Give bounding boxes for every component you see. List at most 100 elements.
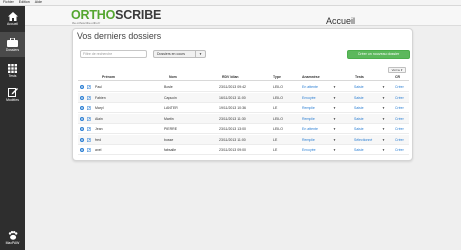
edit-icon[interactable] xyxy=(87,148,91,152)
col-rdv[interactable]: RDV bilan xyxy=(222,75,239,80)
menu-fichier[interactable]: Fichier xyxy=(3,0,14,5)
add-circle-icon[interactable] xyxy=(80,106,84,110)
row-actions xyxy=(80,148,91,152)
cell-type: LE xyxy=(273,106,278,110)
cell-type: LEILO xyxy=(273,116,283,121)
col-tests[interactable]: Tests xyxy=(355,75,364,80)
cell-rdv: 19/11/2013 10:36 xyxy=(219,106,246,110)
table-row[interactable]: Jean PIERRE 23/11/2013 13:00 LEILO En attent… xyxy=(78,124,409,134)
chevron-down-icon[interactable]: ▼ xyxy=(382,93,385,103)
edit-icon xyxy=(7,88,18,97)
cell-anamnese[interactable]: Remplie xyxy=(302,114,315,124)
chevron-down-icon[interactable]: ▼ xyxy=(382,135,385,145)
col-anamnese[interactable]: Anamnèse xyxy=(302,75,320,80)
new-file-button[interactable]: Créer un nouveau dossier xyxy=(347,50,410,59)
chevron-down-icon[interactable]: ▼ xyxy=(333,82,336,92)
menu-aide[interactable]: Aide xyxy=(35,0,42,5)
add-circle-icon[interactable] xyxy=(80,148,84,152)
chevron-down-icon[interactable]: ▼ xyxy=(333,103,336,113)
cell-anamnese[interactable]: Envoyée xyxy=(302,93,316,103)
cell-tests[interactable]: Saisie xyxy=(354,103,364,113)
chevron-down-icon[interactable]: ▼ xyxy=(333,135,336,145)
add-circle-icon[interactable] xyxy=(80,95,84,100)
chevron-down-icon[interactable]: ▼ xyxy=(382,114,385,124)
col-type[interactable]: Type xyxy=(273,75,281,80)
table-row[interactable]: Paul Bosle 23/11/2013 09:42 LEILO En attente… xyxy=(78,82,409,92)
cell-cr[interactable]: Créer xyxy=(395,82,404,92)
edit-icon[interactable] xyxy=(87,137,91,142)
chevron-down-icon[interactable]: ▼ xyxy=(333,93,336,103)
logo-part-ortho: ORTHO xyxy=(71,8,116,22)
logo-tagline: the orthoscribe.ortho.fr xyxy=(72,21,101,25)
cell-tests[interactable]: Saisie xyxy=(354,114,364,124)
col-prenom[interactable]: Prénom xyxy=(102,75,115,80)
cell-cr[interactable]: Créer xyxy=(395,93,404,103)
edit-icon[interactable] xyxy=(87,85,91,89)
cell-cr[interactable]: Créer xyxy=(395,145,404,155)
cell-anamnese[interactable]: Remplie xyxy=(302,103,315,113)
cell-cr[interactable]: Créer xyxy=(395,114,404,124)
chevron-down-icon[interactable]: ▼ xyxy=(333,124,336,134)
edit-icon[interactable] xyxy=(87,116,91,121)
cell-cr[interactable]: Créer xyxy=(395,103,404,113)
chevron-down-icon[interactable]: ▼ xyxy=(382,103,385,113)
nav-tests[interactable]: Tests xyxy=(0,58,25,83)
col-nom[interactable]: Nom xyxy=(169,75,177,80)
cell-tests[interactable]: Saisie xyxy=(354,93,364,103)
page-title: Accueil xyxy=(326,16,356,26)
cell-nom: Bosle xyxy=(164,85,173,89)
table-row[interactable]: axel fabsalle 23/11/2013 09:00 LE Envoyée ▼ Sa… xyxy=(78,145,409,155)
status-filter-select[interactable]: Dossiers en cours ▼ xyxy=(153,50,206,58)
row-actions xyxy=(80,95,91,100)
card-title: Vos derniers dossiers xyxy=(77,31,162,41)
chevron-down-icon[interactable]: ▼ xyxy=(382,124,385,134)
briefcase-icon xyxy=(7,37,18,47)
view-options-button[interactable]: Voir le ▾ xyxy=(388,67,406,73)
cell-tests[interactable]: Saisie xyxy=(354,145,364,155)
search-input[interactable]: Filtre de recherche xyxy=(80,50,147,58)
col-cr[interactable]: CR xyxy=(395,75,400,80)
cell-anamnese[interactable]: En attente xyxy=(302,124,318,134)
view-options-label: Voir le xyxy=(391,68,400,72)
cell-nom: fabsalle xyxy=(164,148,177,152)
add-circle-icon[interactable] xyxy=(80,127,84,131)
app-logo: ORTHOSCRIBE xyxy=(71,8,161,22)
cell-cr[interactable]: Créer xyxy=(395,135,404,145)
chevron-down-icon[interactable]: ▼ xyxy=(333,145,336,155)
row-actions xyxy=(80,106,91,110)
add-circle-icon[interactable] xyxy=(80,116,84,121)
cell-anamnese[interactable]: En attente xyxy=(302,82,318,92)
add-circle-icon[interactable] xyxy=(80,85,84,89)
nav-accueil[interactable]: Accueil xyxy=(0,6,25,31)
cell-prenom: fred xyxy=(95,137,102,142)
cell-anamnese[interactable]: Envoyée xyxy=(302,145,316,155)
edit-icon[interactable] xyxy=(87,95,91,100)
table-row[interactable]: Maryl LANTER 19/11/2013 10:36 LE Remplie ▼ Sai… xyxy=(78,103,409,113)
nav-modeles[interactable]: Modèles xyxy=(0,82,25,107)
menu-edition[interactable]: Edition xyxy=(19,0,30,5)
table-row[interactable]: Fabien Capucin 16/11/2013 11:00 LEILO Envoyé… xyxy=(78,92,409,103)
table-header: Prénom Nom RDV bilan Type Anamnèse Tests… xyxy=(78,74,409,81)
grid-icon xyxy=(8,63,17,73)
cell-tests[interactable]: Sélectionné xyxy=(354,135,372,145)
nav-tests-label: Tests xyxy=(8,73,17,78)
nav-dossiers[interactable]: Dossiers xyxy=(0,32,25,57)
nav-macpaw[interactable]: MacPAW xyxy=(0,225,25,250)
table-row[interactable]: fred bosse 23/11/2013 11:00 LE Remplie ▼ Sélec… xyxy=(78,134,409,145)
row-actions xyxy=(80,116,91,121)
table-row[interactable]: Alain Martin 23/11/2013 11:30 LEILO Remplie ▼… xyxy=(78,113,409,124)
cell-cr[interactable]: Créer xyxy=(395,124,404,134)
row-actions xyxy=(80,127,91,131)
add-circle-icon[interactable] xyxy=(80,137,84,142)
edit-icon[interactable] xyxy=(87,127,91,131)
cell-nom: bosse xyxy=(164,137,174,142)
cell-anamnese[interactable]: Remplie xyxy=(302,135,315,145)
cell-rdv: 23/11/2013 13:00 xyxy=(219,127,246,131)
cell-tests[interactable]: Saisie xyxy=(354,82,364,92)
chevron-down-icon[interactable]: ▼ xyxy=(333,114,336,124)
edit-icon[interactable] xyxy=(87,106,91,110)
cell-tests[interactable]: Saisie xyxy=(354,124,364,134)
cell-prenom: axel xyxy=(95,148,102,152)
chevron-down-icon[interactable]: ▼ xyxy=(382,145,385,155)
chevron-down-icon[interactable]: ▼ xyxy=(382,82,385,92)
